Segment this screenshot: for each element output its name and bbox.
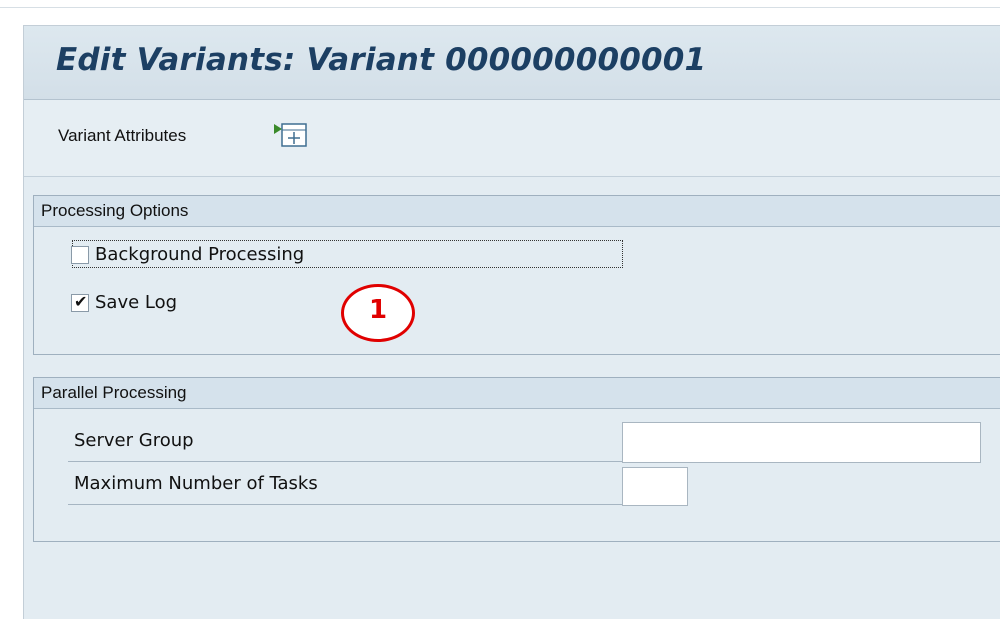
annotation-marker: 1 (341, 284, 423, 342)
application-toolbar: Variant Attributes (24, 100, 1000, 177)
processing-options-group: Processing Options Background Processing… (33, 195, 1000, 355)
max-tasks-input[interactable] (622, 467, 688, 506)
server-group-label: Server Group (74, 430, 194, 451)
title-bar: Edit Variants: Variant 000000000001 (24, 26, 1000, 100)
server-group-input[interactable] (622, 422, 981, 463)
annotation-number: 1 (368, 295, 388, 325)
processing-options-header: Processing Options (34, 196, 1000, 227)
sap-window: Edit Variants: Variant 000000000001 Vari… (23, 25, 1000, 619)
variant-attributes-button[interactable]: Variant Attributes (58, 126, 186, 146)
row-divider (68, 504, 640, 505)
save-log-row[interactable]: ✔ Save Log (71, 292, 177, 313)
save-log-label[interactable]: Save Log (95, 292, 177, 313)
background-processing-checkbox[interactable] (71, 245, 89, 264)
background-processing-label[interactable]: Background Processing (95, 244, 304, 265)
background-processing-row[interactable]: Background Processing (71, 244, 304, 265)
parallel-processing-title: Parallel Processing (41, 383, 187, 402)
checkmark-icon: ✔ (74, 291, 88, 311)
parallel-processing-header: Parallel Processing (34, 378, 1000, 409)
variant-attributes-icon[interactable] (272, 120, 310, 150)
page-title: Edit Variants: Variant 000000000001 (56, 42, 707, 78)
max-tasks-label: Maximum Number of Tasks (74, 473, 318, 494)
parallel-processing-group: Parallel Processing Server Group Maximum… (33, 377, 1000, 542)
top-divider (0, 7, 1000, 8)
save-log-checkbox[interactable]: ✔ (71, 291, 89, 312)
screen: Edit Variants: Variant 000000000001 Vari… (0, 0, 1000, 619)
processing-options-title: Processing Options (41, 201, 189, 220)
row-divider (68, 461, 640, 462)
